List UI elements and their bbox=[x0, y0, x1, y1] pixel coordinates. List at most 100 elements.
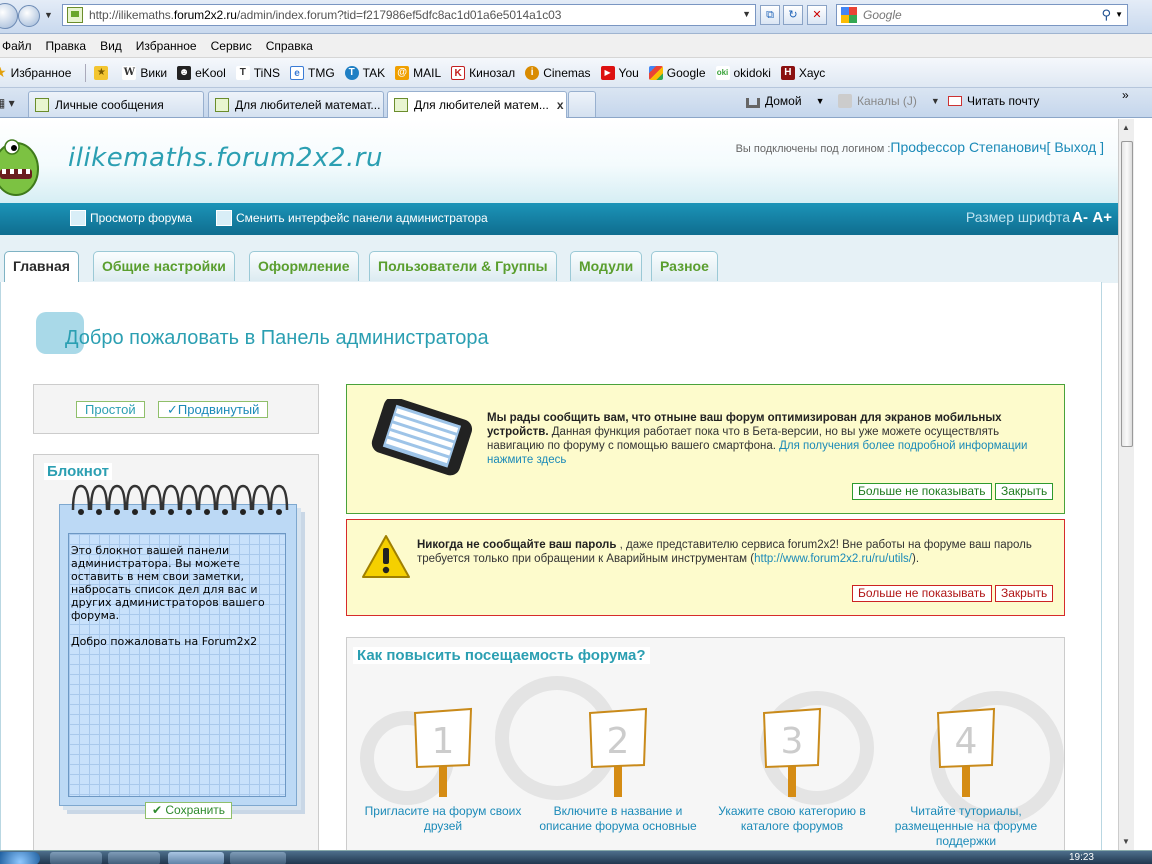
tab-main[interactable]: Главная bbox=[4, 251, 79, 283]
fav-item-tins[interactable]: T TiNS bbox=[235, 65, 280, 80]
step-2-label[interactable]: Включите в название и описание форума ос… bbox=[538, 804, 698, 834]
youtube-icon: ▶ bbox=[600, 65, 615, 80]
quick-tabs-icon[interactable]: ▦ ▾ bbox=[0, 96, 15, 110]
spiral-rings-icon bbox=[71, 484, 289, 515]
scroll-down-icon[interactable]: ▼ bbox=[1122, 837, 1130, 846]
menu-edit[interactable]: Правка bbox=[36, 39, 97, 53]
step-4[interactable]: 4 Читайте туториалы, размещенные на фору… bbox=[886, 707, 1046, 849]
fav-item-google[interactable]: Google bbox=[648, 65, 706, 80]
url-input[interactable]: http://ilikemaths.forum2x2.ru/admin/inde… bbox=[62, 4, 756, 26]
tab-math-lovers-1[interactable]: Для любителей математ... bbox=[208, 91, 384, 117]
step-1[interactable]: 1 Пригласите на форум своих друзей bbox=[363, 707, 523, 834]
password-close-button[interactable]: Закрыть bbox=[995, 585, 1054, 602]
step-3-label[interactable]: Укажите свою категорию в каталоге форумо… bbox=[712, 804, 872, 834]
forward-button[interactable] bbox=[18, 5, 40, 27]
tab-math-lovers-2[interactable]: Для любителей матем... x bbox=[387, 91, 567, 118]
fav-item-kinozal[interactable]: K Кинозал bbox=[451, 65, 515, 80]
font-decrease-icon[interactable]: A- bbox=[1072, 209, 1088, 226]
favorites-star-icon[interactable]: ★ bbox=[0, 64, 7, 81]
logout-link[interactable]: [ Выход ] bbox=[1047, 139, 1104, 155]
advanced-mode-button[interactable]: ✓Продвинутый bbox=[158, 401, 269, 418]
feeds-button[interactable]: Каналы (J) ▼ bbox=[838, 94, 940, 108]
taskbar-firefox[interactable] bbox=[108, 852, 160, 864]
sign-1-number: 1 bbox=[432, 721, 455, 762]
clock[interactable]: 19:23 bbox=[1069, 852, 1094, 863]
page-title: Добро пожаловать в Панель администратора bbox=[65, 327, 489, 349]
menu-tools[interactable]: Сервис bbox=[201, 39, 262, 53]
step-2[interactable]: 2 Включите в название и описание форума … bbox=[538, 707, 698, 834]
search-placeholder: Google bbox=[863, 8, 902, 22]
url-text[interactable]: http://ilikemaths.forum2x2.ru/admin/inde… bbox=[89, 8, 561, 22]
taskbar-skype[interactable] bbox=[230, 852, 286, 864]
tab-favicon-icon bbox=[394, 98, 408, 112]
start-button[interactable] bbox=[0, 852, 40, 864]
more-tools-icon[interactable]: » bbox=[1122, 88, 1129, 102]
view-forum-link[interactable]: Просмотр форума bbox=[70, 210, 192, 226]
fav-item-youtube[interactable]: ▶ You bbox=[600, 65, 639, 80]
tab-design[interactable]: Оформление bbox=[249, 251, 359, 281]
close-tab-icon[interactable]: x bbox=[557, 98, 564, 112]
site-favicon-icon bbox=[67, 7, 83, 23]
taskbar: 19:23 bbox=[0, 850, 1152, 864]
site-title[interactable]: ilikemaths.forum2x2.ru bbox=[68, 143, 383, 173]
search-dropdown-icon[interactable]: ▼ bbox=[1115, 10, 1123, 19]
read-mail-button[interactable]: Читать почту bbox=[948, 94, 1039, 108]
vertical-scrollbar[interactable]: ▲ ▼ bbox=[1118, 119, 1134, 850]
add-favorite-icon[interactable]: ★ bbox=[94, 65, 112, 80]
tab-general-settings[interactable]: Общие настройки bbox=[93, 251, 235, 281]
scroll-thumb[interactable] bbox=[1121, 141, 1133, 447]
fav-item-wiki[interactable]: W Вики bbox=[122, 65, 167, 80]
menu-favorites[interactable]: Избранное bbox=[126, 39, 207, 53]
fav-item-cinemas[interactable]: i Cinemas bbox=[525, 65, 591, 80]
search-icon[interactable]: ⚲ bbox=[1101, 7, 1111, 23]
save-notebook-button[interactable]: ✔ Сохранить bbox=[145, 802, 233, 819]
new-tab-button[interactable] bbox=[568, 91, 596, 117]
tab-users-groups[interactable]: Пользователи & Группы bbox=[369, 251, 557, 281]
menu-help[interactable]: Справка bbox=[256, 39, 323, 53]
favorites-button[interactable]: Избранное bbox=[11, 66, 72, 80]
url-dropdown-icon[interactable]: ▼ bbox=[742, 9, 751, 19]
mobile-notice: Мы рады сообщить вам, что отныне ваш фор… bbox=[346, 384, 1065, 514]
smartphone-icon bbox=[371, 399, 473, 476]
step-1-label[interactable]: Пригласите на форум своих друзей bbox=[363, 804, 523, 834]
home-button[interactable]: Домой ▼ bbox=[746, 94, 824, 108]
utils-link[interactable]: http://www.forum2x2.ru/ru/utils/ bbox=[754, 553, 912, 565]
mail-icon: @ bbox=[395, 65, 410, 80]
tab-modules[interactable]: Модули bbox=[570, 251, 643, 281]
notebook-text[interactable]: Это блокнот вашей панели администратора.… bbox=[71, 544, 291, 648]
fav-item-okidoki[interactable]: oki okidoki bbox=[715, 65, 771, 80]
tab-misc[interactable]: Разное bbox=[651, 251, 718, 281]
search-input[interactable]: Google ⚲ ▼ bbox=[836, 4, 1128, 26]
refresh-icon[interactable]: ↻ bbox=[783, 5, 803, 25]
back-button[interactable] bbox=[0, 3, 18, 29]
compatibility-view-icon[interactable]: ⧉ bbox=[760, 5, 780, 25]
fav-item-mail[interactable]: @ MAIL bbox=[395, 65, 441, 80]
mobile-close-button[interactable]: Закрыть bbox=[995, 483, 1054, 500]
step-4-label[interactable]: Читайте туториалы, размещенные на форуме… bbox=[886, 804, 1046, 849]
login-prefix: Вы подключены под логином : bbox=[735, 143, 891, 155]
sign-2-number: 2 bbox=[607, 721, 630, 762]
username-link[interactable]: Профессор Степанович bbox=[890, 139, 1046, 155]
step-3[interactable]: 3 Укажите свою категорию в каталоге фору… bbox=[712, 707, 872, 834]
fav-item-house[interactable]: H Хаус bbox=[780, 65, 825, 80]
tab-private-messages[interactable]: Личные сообщения bbox=[28, 91, 204, 117]
mobile-notice-text: Мы рады сообщить вам, что отныне ваш фор… bbox=[487, 412, 1028, 466]
check-icon: ✔ bbox=[152, 803, 166, 817]
fav-item-tak[interactable]: T TAK bbox=[344, 65, 385, 80]
password-dont-show-button[interactable]: Больше не показывать bbox=[852, 585, 992, 602]
fav-item-tmg[interactable]: e TMG bbox=[290, 65, 335, 80]
taskbar-explorer[interactable] bbox=[50, 852, 102, 864]
taskbar-ie[interactable] bbox=[168, 852, 224, 864]
feeds-icon bbox=[838, 94, 852, 108]
fav-item-ekool[interactable]: ☻ eKool bbox=[177, 65, 226, 80]
history-dropdown-icon[interactable]: ▼ bbox=[44, 10, 53, 20]
feeds-dropdown-icon[interactable]: ▼ bbox=[931, 96, 940, 106]
home-dropdown-icon[interactable]: ▼ bbox=[816, 96, 825, 106]
simple-mode-button[interactable]: Простой bbox=[76, 401, 145, 418]
tmg-icon: e bbox=[290, 65, 304, 80]
mobile-dont-show-button[interactable]: Больше не показывать bbox=[852, 483, 992, 500]
switch-interface-link[interactable]: Сменить интерфейс панели администратора bbox=[216, 210, 488, 226]
font-increase-icon[interactable]: A+ bbox=[1092, 209, 1112, 226]
scroll-up-icon[interactable]: ▲ bbox=[1122, 123, 1130, 132]
stop-icon[interactable]: ✕ bbox=[807, 5, 827, 25]
